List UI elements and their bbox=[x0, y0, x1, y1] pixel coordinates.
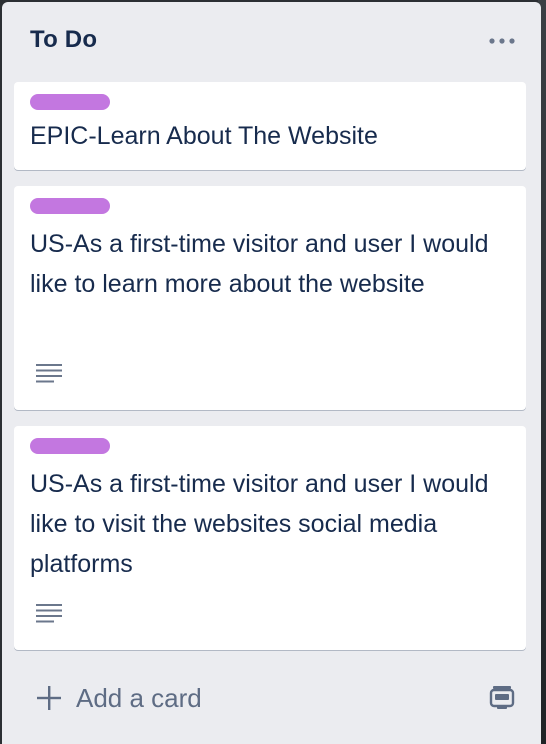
list-title[interactable]: To Do bbox=[30, 26, 97, 54]
card-title: US-As a first-time visitor and user I wo… bbox=[30, 470, 489, 578]
card-title: EPIC-Learn About The Website bbox=[30, 122, 378, 150]
add-card-button[interactable]: Add a card bbox=[14, 672, 464, 724]
card[interactable]: EPIC-Learn About The Website bbox=[14, 82, 526, 170]
ellipsis-icon bbox=[489, 38, 515, 44]
card-label-purple[interactable] bbox=[30, 438, 110, 454]
card-template-icon bbox=[489, 686, 515, 709]
description-icon bbox=[36, 604, 62, 623]
list-header: To Do bbox=[2, 2, 541, 82]
list-menu-button[interactable] bbox=[485, 28, 519, 54]
add-card-label: Add a card bbox=[76, 682, 202, 713]
todo-list: To Do EPIC-Learn About The Website US-As… bbox=[2, 2, 541, 744]
card-label-purple[interactable] bbox=[30, 94, 110, 110]
card-label-purple[interactable] bbox=[30, 198, 110, 214]
card-title: US-As a first-time visitor and user I wo… bbox=[30, 230, 489, 298]
card[interactable]: US-As a first-time visitor and user I wo… bbox=[14, 186, 526, 410]
create-from-template-button[interactable] bbox=[487, 682, 517, 712]
card[interactable]: US-As a first-time visitor and user I wo… bbox=[14, 426, 526, 650]
description-icon bbox=[36, 364, 62, 383]
plus-icon bbox=[37, 686, 61, 710]
